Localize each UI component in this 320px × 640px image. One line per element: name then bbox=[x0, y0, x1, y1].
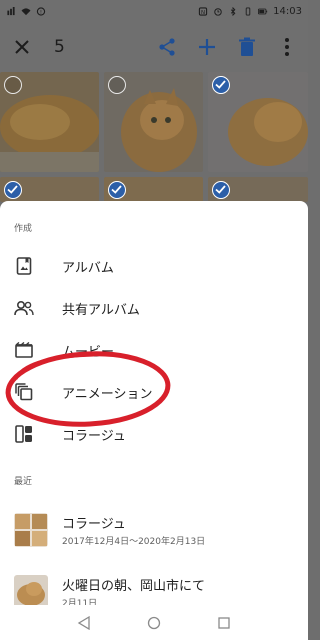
recents-icon bbox=[218, 616, 230, 629]
recent-item-collage[interactable]: コラージュ 2017年12月4日～2020年2月13日 bbox=[0, 507, 308, 559]
recent-thumbnail bbox=[14, 575, 48, 609]
status-bar: ! N 14:03 bbox=[0, 0, 308, 22]
movie-icon bbox=[13, 339, 35, 361]
menu-item-label: ムービー bbox=[62, 344, 115, 360]
share-button[interactable] bbox=[154, 34, 180, 60]
photo-thumbnail[interactable] bbox=[208, 72, 308, 172]
navigation-bar bbox=[0, 605, 308, 640]
nfc-icon: N bbox=[199, 6, 208, 15]
menu-item-label: アニメーション bbox=[62, 386, 153, 402]
back-icon bbox=[77, 615, 90, 630]
animation-icon bbox=[13, 381, 35, 403]
check-icon bbox=[215, 80, 226, 89]
photo-grid bbox=[0, 72, 308, 202]
check-icon bbox=[7, 185, 18, 194]
selected-check[interactable] bbox=[212, 181, 230, 199]
recent-section-label: 最近 bbox=[14, 477, 33, 487]
collage-icon bbox=[13, 423, 35, 445]
notification-icon: ! bbox=[36, 6, 46, 15]
selection-circle[interactable] bbox=[4, 76, 22, 94]
recent-item-title: コラージュ bbox=[62, 517, 126, 532]
battery-icon bbox=[258, 8, 268, 14]
photo-thumbnail[interactable] bbox=[0, 177, 99, 202]
selected-check[interactable] bbox=[108, 181, 126, 199]
album-icon bbox=[13, 255, 35, 277]
menu-item-label: アルバム bbox=[62, 260, 114, 276]
photo-thumbnail[interactable] bbox=[104, 177, 203, 202]
check-icon bbox=[111, 185, 122, 194]
home-icon bbox=[147, 616, 161, 629]
wifi-icon bbox=[21, 7, 31, 15]
delete-icon bbox=[239, 37, 255, 56]
shared-album-icon bbox=[13, 297, 35, 319]
bluetooth-icon bbox=[231, 6, 236, 16]
close-button[interactable] bbox=[8, 33, 36, 61]
recent-item-title: 火曜日の朝、岡山市にて bbox=[62, 579, 206, 594]
vibrate-icon bbox=[245, 6, 251, 16]
photo-thumbnail[interactable] bbox=[104, 72, 203, 172]
menu-item-movie[interactable]: ムービー bbox=[0, 329, 308, 371]
sim-icon bbox=[7, 6, 15, 15]
selection-circle[interactable] bbox=[108, 76, 126, 94]
add-icon bbox=[199, 39, 215, 55]
alarm-icon bbox=[214, 7, 222, 16]
back-button[interactable] bbox=[74, 613, 94, 633]
more-options-button[interactable] bbox=[274, 34, 300, 60]
svg-text:N: N bbox=[201, 9, 205, 15]
menu-item-collage[interactable]: コラージュ bbox=[0, 413, 308, 455]
menu-item-shared-album[interactable]: 共有アルバム bbox=[0, 287, 308, 329]
photo-thumbnail[interactable] bbox=[208, 177, 308, 202]
menu-item-album[interactable]: アルバム bbox=[0, 245, 308, 287]
create-bottom-sheet: 作成 アルバム 共有アルバム ムービー アニメーション コラージュ 最近 コラー… bbox=[0, 201, 308, 609]
menu-item-label: コラージュ bbox=[62, 428, 126, 444]
create-section-label: 作成 bbox=[14, 224, 33, 234]
recents-button[interactable] bbox=[214, 613, 234, 633]
selected-check[interactable] bbox=[4, 181, 22, 199]
clock: 14:03 bbox=[273, 5, 302, 17]
recent-item-subtitle: 2017年12月4日～2020年2月13日 bbox=[62, 537, 206, 547]
home-button[interactable] bbox=[144, 613, 164, 633]
share-icon bbox=[159, 38, 175, 56]
delete-button[interactable] bbox=[234, 34, 260, 60]
close-icon bbox=[15, 40, 29, 54]
svg-text:!: ! bbox=[40, 9, 42, 15]
selected-check[interactable] bbox=[212, 76, 230, 94]
check-icon bbox=[215, 185, 226, 194]
selected-count: 5 bbox=[54, 37, 65, 57]
add-button[interactable] bbox=[194, 34, 220, 60]
recent-thumbnail bbox=[14, 513, 48, 547]
menu-item-animation[interactable]: アニメーション bbox=[0, 371, 308, 413]
selection-toolbar: 5 bbox=[0, 22, 308, 72]
photo-thumbnail[interactable] bbox=[0, 72, 99, 172]
menu-item-label: 共有アルバム bbox=[62, 302, 140, 318]
more-vert-icon bbox=[285, 38, 289, 56]
